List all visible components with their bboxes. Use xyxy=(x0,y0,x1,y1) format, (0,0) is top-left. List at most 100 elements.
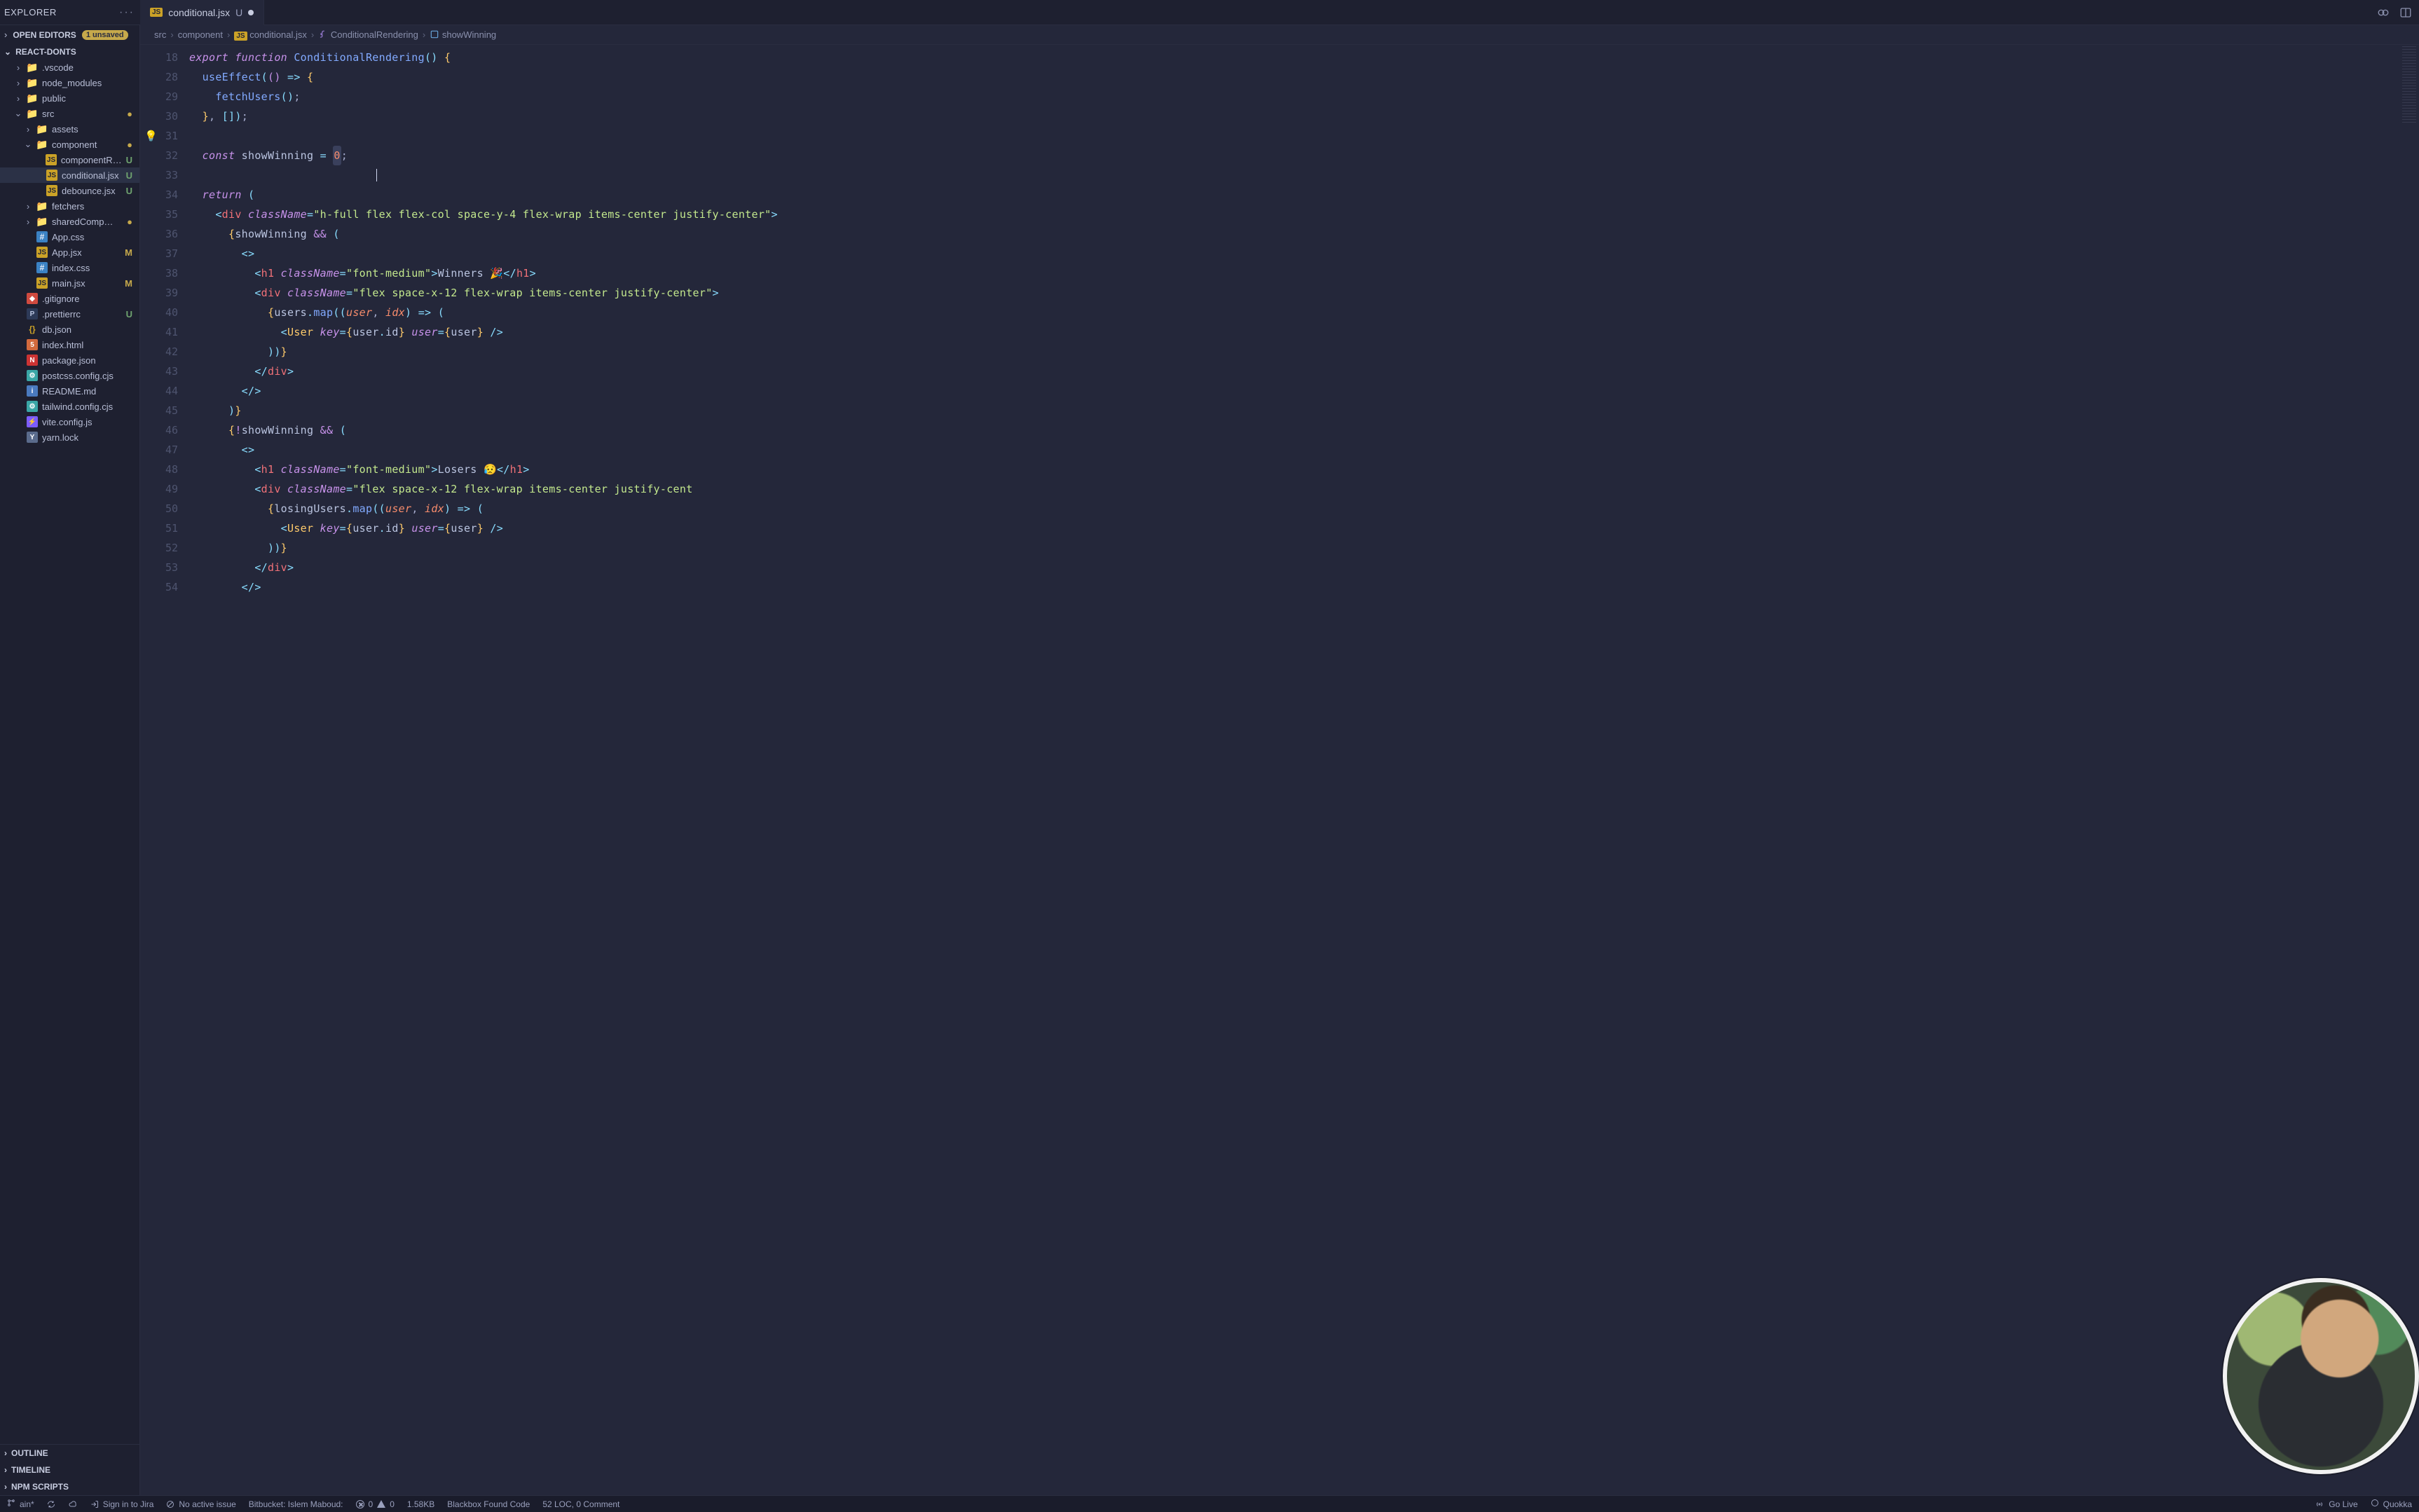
breadcrumb-segment[interactable]: ConditionalRendering xyxy=(318,29,418,40)
code-line[interactable]: export function ConditionalRendering() { xyxy=(189,48,2419,67)
code-line[interactable]: const showWinning = 0; xyxy=(189,146,2419,165)
code-line[interactable]: }, []); xyxy=(189,106,2419,126)
folder-file-icon: 📁 xyxy=(27,77,38,88)
tree-folder[interactable]: ›📁 .vscode xyxy=(0,60,139,75)
tree-file[interactable]: ⚙ postcss.config.cjs xyxy=(0,368,139,383)
code-line[interactable]: </> xyxy=(189,577,2419,597)
status-filesize[interactable]: 1.58KB xyxy=(407,1499,434,1509)
code-line[interactable]: <div className="h-full flex flex-col spa… xyxy=(189,205,2419,224)
tree-file[interactable]: JS debounce.jsxU xyxy=(0,183,139,198)
tree-file[interactable]: # App.css xyxy=(0,229,139,245)
project-section[interactable]: ⌄ REACT-DONTS xyxy=(0,44,139,60)
code-line[interactable]: <> xyxy=(189,440,2419,460)
tree-folder[interactable]: ›📁 public xyxy=(0,90,139,106)
status-jira-signin[interactable]: Sign in to Jira xyxy=(90,1499,154,1509)
line-number: 46 xyxy=(140,420,189,440)
line-number: 32 xyxy=(140,146,189,165)
code-line[interactable]: <> xyxy=(189,244,2419,263)
editor-tab-conditional[interactable]: JS conditional.jsx U xyxy=(140,0,264,25)
tree-file[interactable]: JS App.jsxM xyxy=(0,245,139,260)
status-bitbucket[interactable]: Bitbucket: Islem Maboud: xyxy=(249,1499,343,1509)
code-line[interactable]: </> xyxy=(189,381,2419,401)
code-line[interactable]: <User key={user.id} user={user} /> xyxy=(189,518,2419,538)
tree-file[interactable]: i README.md xyxy=(0,383,139,399)
code-line[interactable]: fetchUsers(); xyxy=(189,87,2419,106)
line-number: 50 xyxy=(140,499,189,518)
tree-file[interactable]: {} db.json xyxy=(0,322,139,337)
status-blackbox[interactable]: Blackbox Found Code xyxy=(447,1499,530,1509)
status-loc[interactable]: 52 LOC, 0 Comment xyxy=(542,1499,619,1509)
code-line[interactable]: <User key={user.id} user={user} /> xyxy=(189,322,2419,342)
lightbulb-icon[interactable]: 💡 xyxy=(144,126,158,146)
tree-item-label: vite.config.js xyxy=(42,417,92,427)
split-editor-icon[interactable] xyxy=(2399,6,2412,19)
tree-file[interactable]: N package.json xyxy=(0,352,139,368)
tree-file[interactable]: ◆ .gitignore xyxy=(0,291,139,306)
tree-file[interactable]: 5 index.html xyxy=(0,337,139,352)
explorer-more-icon[interactable]: ··· xyxy=(119,6,135,19)
status-bar: ain* Sign in to Jira No active issue Bit… xyxy=(0,1495,2419,1512)
breadcrumb-segment[interactable]: component xyxy=(178,29,223,40)
tree-file[interactable]: Y yarn.lock xyxy=(0,429,139,445)
status-sync[interactable] xyxy=(47,1500,55,1508)
panel-label: TIMELINE xyxy=(11,1465,50,1475)
sidebar-panel[interactable]: ›NPM SCRIPTS xyxy=(0,1478,139,1495)
tree-file[interactable]: # index.css xyxy=(0,260,139,275)
code-line[interactable]: {users.map((user, idx) => ( xyxy=(189,303,2419,322)
tree-folder[interactable]: ›📁 assets xyxy=(0,121,139,137)
breadcrumb[interactable]: src › component › JS conditional.jsx › C… xyxy=(140,25,2419,45)
tree-file[interactable]: JS conditional.jsxU xyxy=(0,167,139,183)
tree-folder[interactable]: ⌄📁 component xyxy=(0,137,139,152)
status-problems[interactable]: 0 0 xyxy=(356,1499,395,1509)
tree-folder[interactable]: ›📁 node_modules xyxy=(0,75,139,90)
breadcrumb-segment[interactable]: src xyxy=(154,29,166,40)
sidebar-panel[interactable]: ›TIMELINE xyxy=(0,1462,139,1478)
breadcrumb-segment[interactable]: JS conditional.jsx xyxy=(234,29,307,40)
tree-folder[interactable]: ›📁 sharedComp… xyxy=(0,214,139,229)
code-line[interactable]: ))} xyxy=(189,538,2419,558)
code-line[interactable]: <div className="flex space-x-12 flex-wra… xyxy=(189,283,2419,303)
chevron-icon: › xyxy=(14,62,22,73)
code-line[interactable]: useEffect(() => { xyxy=(189,67,2419,87)
open-editors-section[interactable]: › OPEN EDITORS 1 unsaved xyxy=(0,25,139,44)
tree-file[interactable]: JS componentR…U xyxy=(0,152,139,167)
git-status-badge: U xyxy=(126,309,132,319)
status-cloud[interactable] xyxy=(68,1500,78,1508)
code-line[interactable]: {showWinning && ( xyxy=(189,224,2419,244)
code-line[interactable]: <h1 className="font-medium">Losers 😥</h1… xyxy=(189,460,2419,479)
tree-file[interactable]: P .prettierrcU xyxy=(0,306,139,322)
tree-folder[interactable]: ⌄📁 src xyxy=(0,106,139,121)
tree-item-label: component xyxy=(52,139,97,150)
variable-symbol-icon xyxy=(430,29,439,40)
code-line[interactable] xyxy=(189,126,2419,146)
code-line[interactable]: <div className="flex space-x-12 flex-wra… xyxy=(189,479,2419,499)
code-line[interactable]: ))} xyxy=(189,342,2419,362)
tree-folder[interactable]: ›📁 fetchers xyxy=(0,198,139,214)
code-line[interactable]: </div> xyxy=(189,558,2419,577)
sidebar-panel[interactable]: ›OUTLINE xyxy=(0,1445,139,1462)
git-status-badge: U xyxy=(126,155,132,165)
status-no-issue[interactable]: No active issue xyxy=(166,1499,235,1509)
tree-item-label: main.jsx xyxy=(52,278,85,289)
code-line[interactable]: {!showWinning && ( xyxy=(189,420,2419,440)
tree-file[interactable]: JS main.jsxM xyxy=(0,275,139,291)
copilot-icon[interactable] xyxy=(2377,6,2390,19)
tree-file[interactable]: ⚙ tailwind.config.cjs xyxy=(0,399,139,414)
status-golive[interactable]: Go Live xyxy=(2315,1499,2357,1509)
breadcrumb-segment[interactable]: showWinning xyxy=(430,29,496,40)
sidebar: › OPEN EDITORS 1 unsaved ⌄ REACT-DONTS ›… xyxy=(0,25,140,1495)
code-line[interactable]: return ( xyxy=(189,185,2419,205)
code-line[interactable]: </div> xyxy=(189,362,2419,381)
status-branch[interactable]: ain* xyxy=(7,1499,34,1509)
status-quokka[interactable]: Quokka xyxy=(2371,1499,2412,1509)
folder-file-icon: 📁 xyxy=(36,123,48,135)
line-number: 18 xyxy=(140,48,189,67)
minimap[interactable] xyxy=(2402,46,2416,123)
code-line[interactable]: )} xyxy=(189,401,2419,420)
tree-file[interactable]: ⚡ vite.config.js xyxy=(0,414,139,429)
md-file-icon: i xyxy=(27,385,38,397)
code-line[interactable]: <h1 className="font-medium">Winners 🎉</h… xyxy=(189,263,2419,283)
code-line[interactable]: {losingUsers.map((user, idx) => ( xyxy=(189,499,2419,518)
code-line[interactable] xyxy=(189,165,2419,185)
code-view[interactable]: export function ConditionalRendering() {… xyxy=(189,45,2419,1495)
